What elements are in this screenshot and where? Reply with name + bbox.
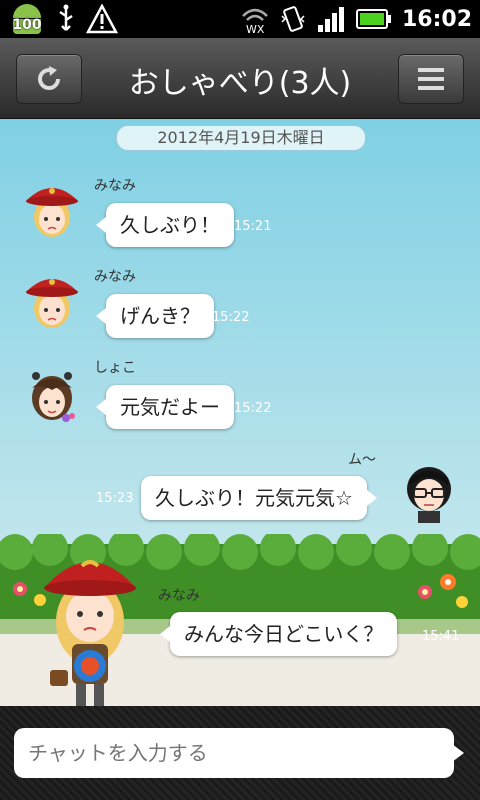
android-icon: 100 <box>8 2 46 36</box>
sender-name: しょこ <box>94 360 136 376</box>
sender-name: みなみ <box>94 178 136 194</box>
warning-icon <box>86 4 118 34</box>
message-time: 15:41 <box>422 629 460 644</box>
menu-button[interactable] <box>398 54 464 104</box>
message-time: 15:23 <box>96 491 134 506</box>
chat-area[interactable]: 2012年4月19日木曜日 みなみ 久しぶり！ 15:21 みなみ げんき？ 1… <box>0 119 480 707</box>
chat-input[interactable] <box>14 728 454 778</box>
sender-name: ム～ <box>348 452 376 468</box>
message-bubble[interactable]: みんな今日どこいく？ <box>159 612 398 656</box>
message-time: 15:22 <box>212 310 250 325</box>
avatar[interactable] <box>22 179 82 243</box>
avatar[interactable] <box>22 270 82 334</box>
menu-icon <box>418 68 444 90</box>
vibrate-icon <box>281 6 305 32</box>
signal-icon <box>317 7 344 32</box>
message-bubble[interactable]: 久しぶり！元気元気☆ <box>141 476 377 520</box>
svg-text:WX: WX <box>246 23 265 34</box>
status-bar: 100 WX 16:02 <box>0 0 480 38</box>
sender-name: みなみ <box>94 269 136 285</box>
battery-icon <box>355 9 391 29</box>
date-separator: 2012年4月19日木曜日 <box>116 125 366 151</box>
title-bar: おしゃべり(3人) <box>0 38 480 119</box>
input-bar <box>0 706 480 800</box>
avatar[interactable] <box>398 459 460 523</box>
wifi-icon: WX <box>242 8 268 34</box>
sender-name: みなみ <box>158 588 200 604</box>
avatar[interactable] <box>40 544 140 707</box>
message-time: 15:22 <box>234 401 272 416</box>
message-bubble[interactable]: 元気だよー <box>96 385 234 429</box>
avatar[interactable] <box>22 364 82 428</box>
message-time: 15:21 <box>234 219 272 234</box>
message-bubble[interactable]: げんき？ <box>96 294 214 338</box>
message-bubble[interactable]: 久しぶり！ <box>96 203 234 247</box>
usb-icon <box>59 4 73 31</box>
input-pointer-icon <box>452 744 464 762</box>
battery-badge: 100 <box>12 17 42 33</box>
clock: 16:02 <box>401 6 472 32</box>
